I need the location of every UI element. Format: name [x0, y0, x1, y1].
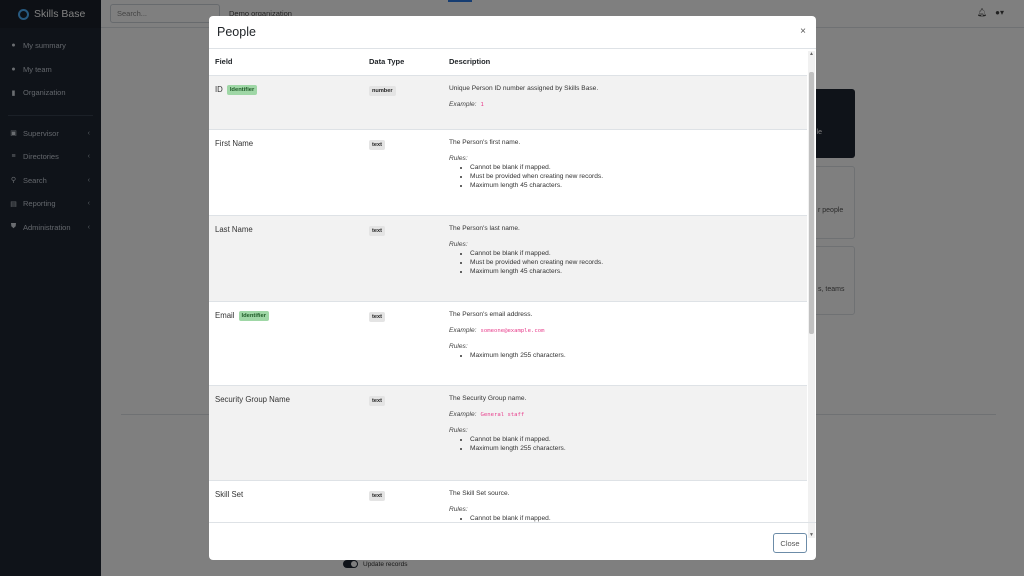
modal-body[interactable]: Field Data Type Description ID Identifier… [209, 49, 807, 523]
description-cell: The Security Group name. Example: General… [449, 385, 807, 481]
description-text: The Person's first name. [449, 138, 521, 146]
rules-list: Cannot be blank if mapped. Must be provi… [470, 250, 807, 276]
field-cell: ID Identifier [209, 75, 369, 130]
modal-title: People [217, 25, 256, 39]
close-icon[interactable]: × [800, 27, 806, 37]
close-button[interactable]: Close [773, 533, 807, 553]
field-name: First Name [215, 138, 254, 148]
data-type-badge: text [369, 311, 385, 322]
description-text: The Security Group name. [449, 394, 527, 402]
type-cell: text [369, 215, 449, 302]
example-label: Example: [449, 100, 477, 108]
data-type-badge: text [369, 139, 385, 150]
field-name: Last Name [215, 224, 253, 234]
example-value: General staff [480, 411, 525, 418]
modal-header: People × [209, 16, 816, 49]
example-line: Example: someone@example.com [449, 327, 807, 334]
field-name: ID [215, 84, 223, 94]
example-label: Example: [449, 410, 477, 418]
field-name: Skill Set [215, 489, 244, 499]
rule-item: Cannot be blank if mapped. [470, 515, 807, 522]
rules-list: Maximum length 255 characters. [470, 352, 807, 359]
data-type-badge: number [369, 85, 396, 96]
table-row: Email Identifier text The Person's email … [209, 301, 807, 386]
rules-label: Rules: [449, 154, 468, 162]
description-text: The Person's email address. [449, 310, 533, 318]
rules-list: Cannot be blank if mapped. Must be provi… [470, 164, 807, 190]
description-cell: The Person's first name. Rules: Cannot b… [449, 129, 807, 216]
column-header-description: Description [449, 49, 807, 76]
field-cell: Skill Set [209, 480, 369, 523]
rule-item: Must be provided when creating new recor… [470, 173, 807, 180]
example-value: 1 [480, 101, 484, 108]
field-name: Security Group Name [215, 394, 290, 404]
example-value: someone@example.com [480, 327, 545, 334]
rules-label: Rules: [449, 342, 468, 350]
column-header-data-type: Data Type [369, 49, 449, 76]
rules-list: Cannot be blank if mapped. Maximum lengt… [470, 436, 807, 452]
field-cell: Email Identifier [209, 301, 369, 386]
data-type-badge: text [369, 225, 385, 236]
rule-item: Cannot be blank if mapped. [470, 436, 807, 443]
table-row: ID Identifier number Unique Person ID num… [209, 75, 807, 130]
field-name: Email [215, 310, 235, 320]
modal-footer: Close [209, 522, 816, 560]
scroll-up-arrow-icon[interactable]: ▲ [809, 51, 814, 57]
rule-item: Maximum length 255 characters. [470, 352, 807, 359]
type-cell: text [369, 385, 449, 481]
table-header-row: Field Data Type Description [209, 49, 807, 76]
data-type-badge: text [369, 395, 385, 406]
example-label: Example: [449, 326, 477, 334]
type-cell: text [369, 301, 449, 386]
identifier-badge: Identifier [238, 310, 269, 321]
rule-item: Cannot be blank if mapped. [470, 164, 807, 171]
table-row: Last Name text The Person's last name. R… [209, 215, 807, 302]
type-cell: text [369, 480, 449, 523]
table-row: Skill Set text The Skill Set source. Rul… [209, 480, 807, 523]
rules-label: Rules: [449, 505, 468, 513]
rule-item: Maximum length 45 characters. [470, 182, 807, 189]
example-line: Example: 1 [449, 101, 807, 108]
rule-item: Maximum length 45 characters. [470, 268, 807, 275]
description-cell: The Person's email address. Example: some… [449, 301, 807, 386]
field-cell: First Name [209, 129, 369, 216]
table-row: Security Group Name text The Security Gr… [209, 385, 807, 481]
fields-table: Field Data Type Description ID Identifier… [209, 49, 807, 523]
modal-scrollbar[interactable]: ▲ ▼ [808, 51, 815, 538]
description-cell: The Person's last name. Rules: Cannot be… [449, 215, 807, 302]
example-line: Example: General staff [449, 411, 807, 418]
description-text: Unique Person ID number assigned by Skil… [449, 84, 599, 92]
rules-label: Rules: [449, 426, 468, 434]
identifier-badge: Identifier [226, 84, 258, 95]
description-cell: The Skill Set source. Rules: Cannot be b… [449, 480, 807, 523]
type-cell: number [369, 75, 449, 130]
rules-list: Cannot be blank if mapped. [470, 515, 807, 522]
table-row: First Name text The Person's first name.… [209, 129, 807, 216]
column-header-field: Field [209, 49, 369, 76]
description-text: The Skill Set source. [449, 489, 510, 497]
field-cell: Last Name [209, 215, 369, 302]
rule-item: Maximum length 255 characters. [470, 445, 807, 452]
description-text: The Person's last name. [449, 224, 520, 232]
description-cell: Unique Person ID number assigned by Skil… [449, 75, 807, 130]
field-cell: Security Group Name [209, 385, 369, 481]
rule-item: Must be provided when creating new recor… [470, 259, 807, 266]
type-cell: text [369, 129, 449, 216]
people-fields-modal: People × Field Data Type Description ID I… [209, 16, 816, 560]
scrollbar-thumb[interactable] [809, 72, 814, 334]
rules-label: Rules: [449, 240, 468, 248]
rule-item: Cannot be blank if mapped. [470, 250, 807, 257]
data-type-badge: text [369, 490, 385, 501]
